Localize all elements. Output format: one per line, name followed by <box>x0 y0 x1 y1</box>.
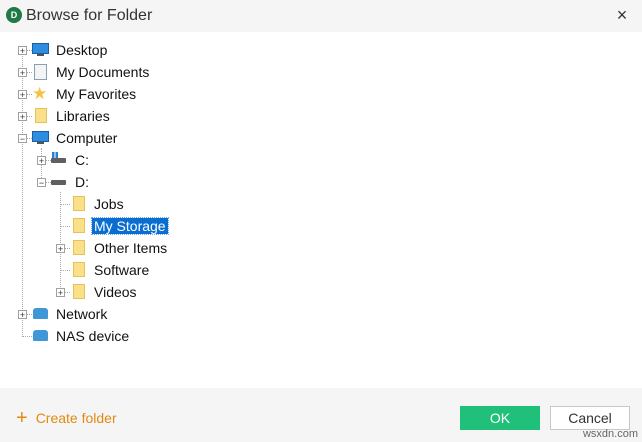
tree-item-computer[interactable]: Computer <box>32 128 119 148</box>
folder-icon <box>70 262 88 278</box>
collapse-drive-d-icon[interactable]: − <box>37 178 46 188</box>
tree-item-label: C: <box>75 152 89 168</box>
expand-desktop-icon[interactable]: + <box>18 46 27 56</box>
folder-icon <box>32 108 50 124</box>
ok-button[interactable]: OK <box>460 406 540 430</box>
tree-item-my-storage[interactable]: My Storage <box>70 216 169 236</box>
tree-line <box>60 226 70 227</box>
dialog-title: Browse for Folder <box>26 7 153 24</box>
app-logo-icon: D <box>6 7 22 23</box>
folder-icon <box>70 196 88 212</box>
tree-line <box>60 270 70 271</box>
expand-network-icon[interactable]: + <box>18 310 27 320</box>
folder-icon <box>70 218 88 234</box>
tree-item-label: Libraries <box>56 108 110 124</box>
desktop-icon <box>32 42 50 58</box>
expand-my-favorites-icon[interactable]: + <box>18 90 27 100</box>
tree-item-label: My Storage <box>91 217 169 235</box>
tree-item-network[interactable]: Network <box>32 304 109 324</box>
tree-item-label: Network <box>56 306 108 322</box>
tree-line <box>22 336 32 337</box>
title-bar: D Browse for Folder × <box>0 0 642 32</box>
create-folder-label: Create folder <box>35 410 117 426</box>
tree-item-software[interactable]: Software <box>70 260 151 280</box>
tree-item-label: My Favorites <box>56 86 137 102</box>
create-folder-link[interactable]: + Create folder <box>16 407 117 429</box>
tree-item-label: Computer <box>56 130 118 146</box>
network-icon <box>32 306 50 322</box>
watermark: wsxdn.com <box>582 428 638 440</box>
computer-icon <box>32 130 50 146</box>
tree-line <box>60 204 70 205</box>
tree-item-desktop[interactable]: Desktop <box>32 40 109 60</box>
tree-item-drive-d[interactable]: D: <box>51 172 91 192</box>
tree-item-label: Videos <box>94 284 137 300</box>
star-icon: ★ <box>32 84 48 103</box>
tree-item-my-favorites[interactable]: ★ My Favorites <box>32 84 138 104</box>
tree-item-label: Jobs <box>94 196 124 212</box>
tree-item-videos[interactable]: Videos <box>70 282 139 302</box>
tree-item-label: NAS device <box>56 328 130 344</box>
tree-item-label: Desktop <box>56 42 108 58</box>
document-icon <box>32 64 50 80</box>
tree-item-label: My Documents <box>56 64 150 80</box>
expand-drive-c-icon[interactable]: + <box>37 156 46 166</box>
close-icon[interactable]: × <box>612 5 632 25</box>
tree-item-label: D: <box>75 174 89 190</box>
folder-tree: + + + + − + − + + + Desktop My Documents… <box>10 36 631 386</box>
expand-libraries-icon[interactable]: + <box>18 112 27 122</box>
tree-item-jobs[interactable]: Jobs <box>70 194 126 214</box>
tree-item-drive-c[interactable]: C: <box>51 150 91 170</box>
plus-icon: + <box>16 407 28 429</box>
cancel-button[interactable]: Cancel <box>550 406 630 430</box>
folder-icon <box>70 284 88 300</box>
tree-item-libraries[interactable]: Libraries <box>32 106 112 126</box>
expand-videos-icon[interactable]: + <box>56 288 65 298</box>
tree-item-nas-device[interactable]: NAS device <box>32 326 131 346</box>
tree-item-label: Other Items <box>94 240 168 256</box>
nas-device-icon <box>32 328 50 344</box>
expand-other-items-icon[interactable]: + <box>56 244 65 254</box>
tree-item-my-documents[interactable]: My Documents <box>32 62 151 82</box>
collapse-computer-icon[interactable]: − <box>18 134 27 144</box>
folder-icon <box>70 240 88 256</box>
tree-line <box>60 192 61 293</box>
drive-icon <box>51 174 69 190</box>
expand-my-documents-icon[interactable]: + <box>18 68 27 78</box>
tree-item-other-items[interactable]: Other Items <box>70 238 169 258</box>
tree-item-label: Software <box>94 262 150 278</box>
system-drive-icon <box>51 152 69 168</box>
